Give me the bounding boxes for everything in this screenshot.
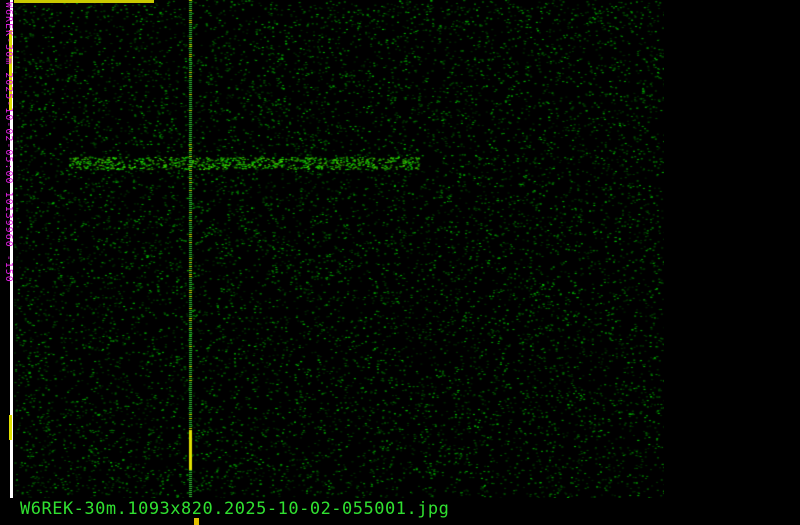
frequency-marker — [194, 518, 199, 525]
waterfall-spectrogram — [14, 0, 664, 498]
grabber-image: W6REK-30m 2025-10-02-05:00 10139960 -150… — [0, 0, 800, 525]
axis-marker — [9, 415, 12, 440]
top-marker — [14, 0, 154, 3]
filename-caption: W6REK-30m.1093x820.2025-10-02-055001.jpg — [20, 499, 450, 519]
vertical-label: W6REK-30m 2025-10-02-05:00 10139960 -150 — [3, 2, 14, 283]
